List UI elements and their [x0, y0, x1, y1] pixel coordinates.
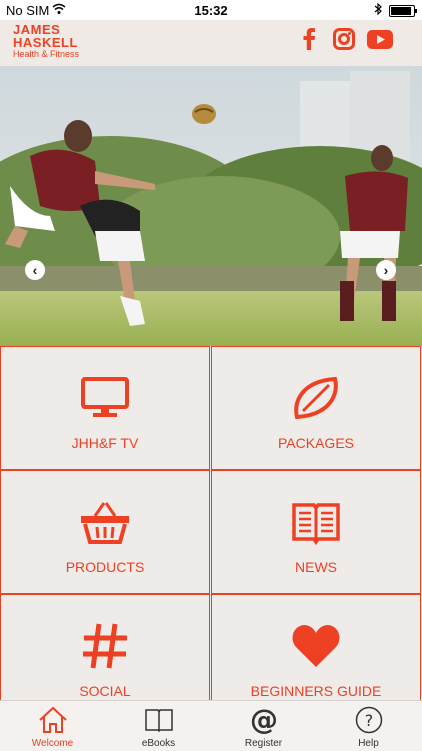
book-icon	[106, 705, 211, 735]
svg-text:@: @	[250, 705, 278, 735]
facebook-icon[interactable]	[296, 27, 322, 51]
tab-help[interactable]: ? Help	[316, 701, 421, 751]
help-icon: ?	[316, 705, 421, 735]
tab-label: Register	[244, 738, 283, 749]
brand-logo[interactable]: JAMES HASKELL Health & Fitness	[13, 23, 79, 59]
rugby-ball-icon	[212, 373, 420, 423]
tile-label: BEGINNERS GUIDE	[250, 683, 382, 699]
clock: 15:32	[194, 3, 228, 18]
hero-carousel[interactable]: ‹ ›	[0, 66, 422, 346]
app-header: JAMES HASKELL Health & Fitness	[0, 20, 422, 66]
tile-jhhf-tv[interactable]: JHH&F TV	[0, 346, 210, 470]
tile-social[interactable]: SOCIAL	[0, 594, 210, 700]
basket-icon	[1, 497, 209, 547]
status-bar: No SIM 15:32	[0, 0, 422, 20]
tab-register[interactable]: @ Register	[211, 701, 316, 751]
book-icon	[212, 497, 420, 547]
tab-label: Welcome	[31, 738, 74, 749]
tile-news[interactable]: NEWS	[211, 470, 421, 594]
svg-text:?: ?	[364, 711, 373, 730]
tile-packages[interactable]: PACKAGES	[211, 346, 421, 470]
home-icon	[0, 705, 105, 735]
tile-label: NEWS	[295, 559, 337, 575]
logo-line-2: HASKELL	[13, 35, 78, 50]
youtube-icon[interactable]	[367, 27, 393, 51]
bottom-tab-bar: Welcome eBooks @ Register ? Help	[0, 700, 422, 751]
tv-icon	[1, 373, 209, 423]
logo-line-3: Health & Fitness	[13, 49, 80, 59]
tile-label: SOCIAL	[79, 683, 131, 699]
carousel-next-button[interactable]: ›	[376, 260, 396, 280]
tile-label: PRODUCTS	[65, 559, 145, 575]
battery-icon	[389, 5, 417, 17]
tile-label: PACKAGES	[278, 435, 354, 451]
hero-image	[0, 66, 422, 346]
tile-beginners-guide[interactable]: BEGINNERS GUIDE	[211, 594, 421, 700]
tab-label: eBooks	[141, 738, 176, 749]
tab-ebooks[interactable]: eBooks	[106, 701, 211, 751]
tile-label: JHH&F TV	[71, 435, 139, 451]
instagram-icon[interactable]	[331, 27, 357, 51]
hashtag-icon	[1, 621, 209, 671]
tab-welcome[interactable]: Welcome	[0, 701, 105, 751]
bluetooth-icon	[374, 2, 382, 18]
menu-grid: JHH&F TV PACKAGES PRODUCTS NEWS SOCIAL B…	[0, 346, 422, 700]
tab-label: Help	[358, 738, 379, 749]
tile-products[interactable]: PRODUCTS	[0, 470, 210, 594]
heart-icon	[212, 621, 420, 671]
at-icon: @	[211, 705, 316, 735]
carousel-prev-button[interactable]: ‹	[25, 260, 45, 280]
